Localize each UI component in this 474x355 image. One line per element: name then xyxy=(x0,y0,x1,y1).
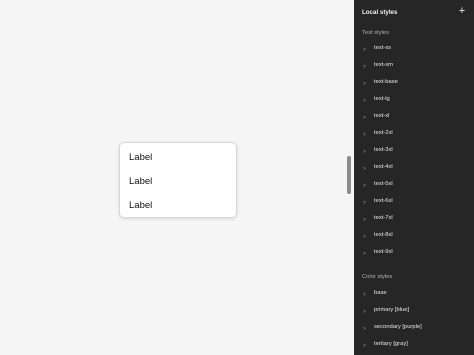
style-row-color-base[interactable]: > base xyxy=(354,288,474,302)
local-styles-panel: Local styles + Text styles > text-xs > t… xyxy=(354,0,474,355)
style-row-text-lg[interactable]: > text-lg xyxy=(354,94,474,108)
chevron-right-icon: > xyxy=(363,234,366,240)
style-row-text-8xl[interactable]: > text-8xl xyxy=(354,230,474,244)
color-styles-section-title: Color styles xyxy=(362,274,393,280)
vertical-scrollbar[interactable] xyxy=(347,156,351,194)
style-label: text-4xl xyxy=(374,164,393,170)
plus-icon: + xyxy=(458,5,466,17)
style-row-text-9xl[interactable]: > text-9xl xyxy=(354,247,474,261)
chevron-right-icon: > xyxy=(363,343,366,349)
chevron-right-icon: > xyxy=(363,132,366,138)
style-row-text-4xl[interactable]: > text-4xl xyxy=(354,162,474,176)
style-label: secondary [purple] xyxy=(374,324,422,330)
style-row-text-6xl[interactable]: > text-6xl xyxy=(354,196,474,210)
add-style-button[interactable]: + xyxy=(456,5,468,17)
design-canvas[interactable]: Label Label Label xyxy=(0,0,354,355)
style-label: text-8xl xyxy=(374,232,393,238)
style-row-text-base[interactable]: > text-base xyxy=(354,77,474,91)
style-label: text-5xl xyxy=(374,181,393,187)
chevron-right-icon: > xyxy=(363,200,366,206)
chevron-right-icon: > xyxy=(363,251,366,257)
style-label: base xyxy=(374,290,387,296)
style-label: text-lg xyxy=(374,96,390,102)
style-label: text-9xl xyxy=(374,249,393,255)
style-row-color-tertiary[interactable]: > tertiary [gray] xyxy=(354,339,474,353)
style-label: text-sm xyxy=(374,62,394,68)
style-row-text-2xl[interactable]: > text-2xl xyxy=(354,128,474,142)
chevron-right-icon: > xyxy=(363,166,366,172)
style-label: text-xl xyxy=(374,113,390,119)
style-label: text-6xl xyxy=(374,198,393,204)
style-row-text-xs[interactable]: > text-xs xyxy=(354,43,474,57)
style-row-text-sm[interactable]: > text-sm xyxy=(354,60,474,74)
style-row-text-3xl[interactable]: > text-3xl xyxy=(354,145,474,159)
chevron-right-icon: > xyxy=(363,98,366,104)
style-label: tertiary [gray] xyxy=(374,341,408,347)
style-row-text-5xl[interactable]: > text-5xl xyxy=(354,179,474,193)
chevron-right-icon: > xyxy=(363,292,366,298)
text-styles-section-title: Text styles xyxy=(362,30,390,36)
chevron-right-icon: > xyxy=(363,64,366,70)
card-item-label[interactable]: Label xyxy=(129,200,152,211)
chevron-right-icon: > xyxy=(363,183,366,189)
chevron-right-icon: > xyxy=(363,217,366,223)
panel-title: Local styles xyxy=(362,9,398,16)
chevron-right-icon: > xyxy=(363,81,366,87)
style-row-text-7xl[interactable]: > text-7xl xyxy=(354,213,474,227)
card-item-label[interactable]: Label xyxy=(129,152,152,163)
style-row-color-secondary[interactable]: > secondary [purple] xyxy=(354,322,474,336)
style-label: text-xs xyxy=(374,45,392,51)
chevron-right-icon: > xyxy=(363,149,366,155)
style-label: text-base xyxy=(374,79,398,85)
chevron-right-icon: > xyxy=(363,326,366,332)
style-label: primary [blue] xyxy=(374,307,410,313)
style-label: text-3xl xyxy=(374,147,393,153)
chevron-right-icon: > xyxy=(363,115,366,121)
chevron-right-icon: > xyxy=(363,47,366,53)
chevron-right-icon: > xyxy=(363,309,366,315)
style-label: text-2xl xyxy=(374,130,393,136)
label-list-card[interactable]: Label Label Label xyxy=(119,142,237,218)
style-label: text-7xl xyxy=(374,215,393,221)
style-row-color-primary[interactable]: > primary [blue] xyxy=(354,305,474,319)
card-item-label[interactable]: Label xyxy=(129,176,152,187)
style-row-text-xl[interactable]: > text-xl xyxy=(354,111,474,125)
